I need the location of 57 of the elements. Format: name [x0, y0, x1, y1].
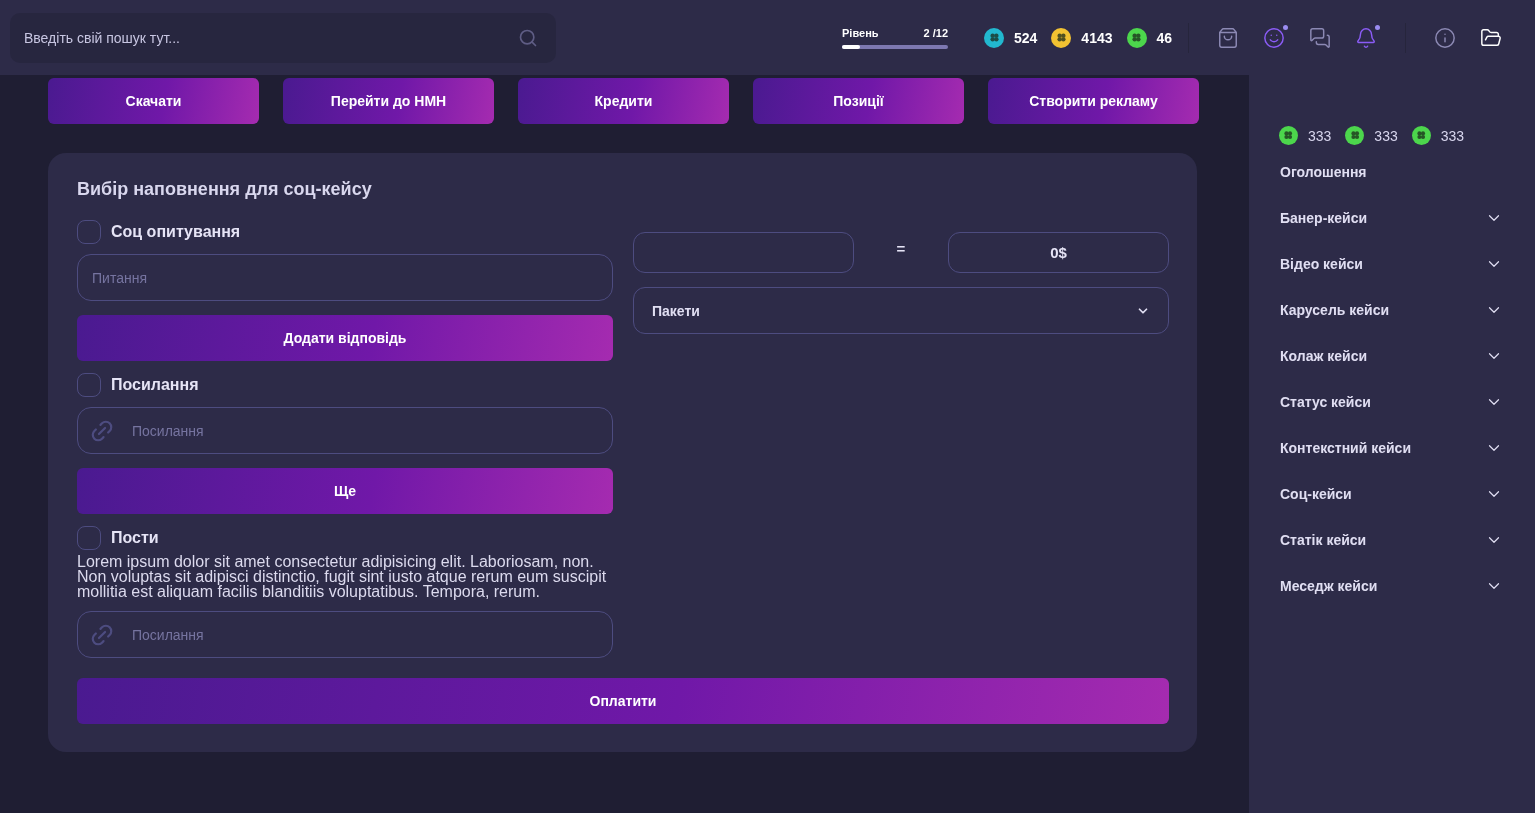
folder-button[interactable] [1480, 26, 1503, 49]
post-text: Lorem ipsum dolor sit amet consectetur adipisicing elit. Laboriosam, non. Non voluptas sit adipisci distinctio, fugit sint iusto atque rerum eum suscipit mollitia est aliquam facilis blanditiis voluptatibus. Tempora, rerum. [77, 554, 608, 599]
more-button[interactable]: Ще [77, 468, 613, 514]
coin-icon [984, 27, 1004, 48]
sidebar-item[interactable]: Карусель кейси [1279, 287, 1505, 333]
coin-icon [1279, 126, 1298, 145]
question-input[interactable]: Питання [77, 254, 613, 301]
amount-input[interactable] [633, 232, 854, 273]
link-input[interactable]: Посилання [77, 611, 613, 658]
coin-icon [1345, 126, 1365, 145]
coin-amount: 524 [1014, 29, 1038, 46]
balance-amount: 333 [1308, 127, 1332, 144]
bag-button[interactable] [1217, 26, 1240, 49]
coin-icon [1411, 126, 1431, 145]
checkbox-label: Посилання [111, 376, 199, 394]
sidebar-item[interactable]: Оголошення [1279, 149, 1505, 195]
sidebar-item[interactable]: Відео кейси [1279, 241, 1505, 287]
pay-button[interactable]: Оплатити [77, 678, 1169, 724]
balance-amount: 333 [1440, 127, 1465, 144]
sidebar-item[interactable]: Статік кейси [1279, 517, 1505, 563]
action-button[interactable]: Перейти до НМН [283, 78, 494, 124]
checkbox-label: Пости [111, 529, 159, 547]
notification-dot [1375, 24, 1381, 30]
action-button[interactable]: Позиції [753, 78, 964, 124]
sidebar-item[interactable]: Статус кейси [1279, 379, 1505, 425]
level-value: 2 /12 [923, 26, 948, 39]
notification-dot [1283, 24, 1289, 30]
search-icon [518, 27, 538, 48]
coin-icon [1126, 27, 1147, 48]
action-button[interactable]: Створити рекламу [988, 78, 1199, 124]
action-button[interactable]: Кредити [518, 78, 729, 124]
checkbox[interactable] [77, 526, 101, 550]
balance-amount: 333 [1374, 127, 1398, 144]
chat-button[interactable] [1309, 26, 1332, 49]
equals-sign: = [896, 240, 906, 257]
add-answer-button[interactable]: Додати відповідь [77, 315, 613, 361]
total-field: 0$ [948, 232, 1169, 273]
action-button[interactable]: Скачати [48, 78, 259, 124]
info-button[interactable] [1434, 26, 1457, 49]
search-field[interactable]: Введіть свій пошук тут... [10, 12, 556, 63]
level-label: Рівень [842, 26, 879, 39]
checkbox[interactable] [77, 373, 101, 397]
coin-amount: 4143 [1081, 29, 1113, 46]
sidebar-item[interactable]: Колаж кейси [1279, 333, 1505, 379]
card-title: Вибір наповнення для соц-кейсу [77, 179, 373, 200]
sidebar-item[interactable]: Контекстний кейси [1279, 425, 1505, 471]
packages-select[interactable]: Пакети [633, 287, 1169, 334]
smiley-button[interactable] [1263, 26, 1286, 49]
sidebar-item[interactable]: Банер-кейси [1279, 195, 1505, 241]
bell-button[interactable] [1355, 26, 1378, 49]
checkbox-label: Соц опитування [111, 223, 241, 241]
sidebar-item[interactable]: Меседж кейси [1279, 563, 1505, 609]
coin-icon [1051, 27, 1072, 48]
coin-amount: 46 [1156, 29, 1173, 46]
checkbox[interactable] [77, 220, 101, 244]
link-input[interactable]: Посилання [77, 407, 613, 454]
sidebar-item[interactable]: Соц-кейси [1279, 471, 1505, 517]
